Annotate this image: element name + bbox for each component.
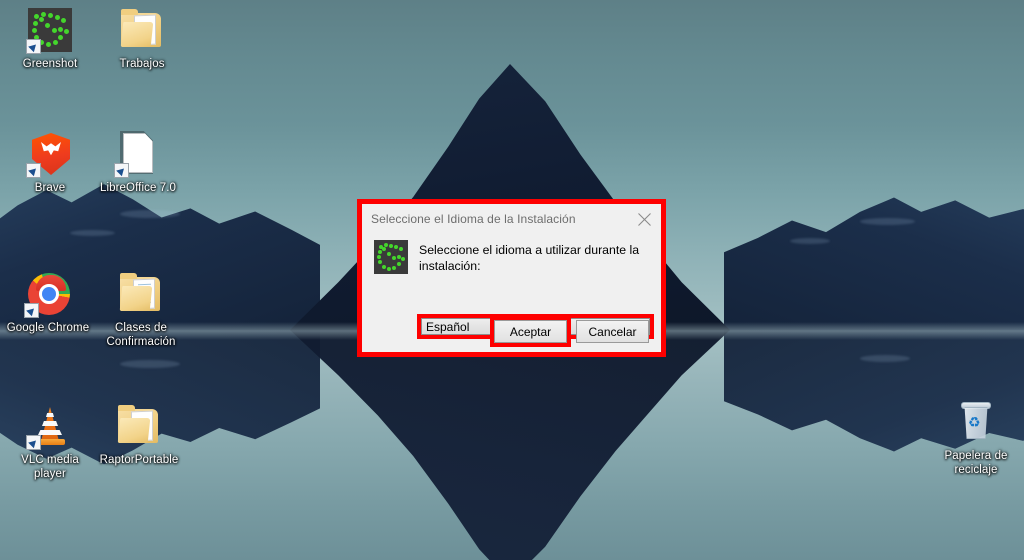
vlc-cone-icon xyxy=(26,402,74,450)
wallpaper-snow-streak xyxy=(790,238,830,244)
close-icon[interactable] xyxy=(627,204,661,234)
dialog-body: Seleccione el idioma a utilizar durante … xyxy=(362,234,661,352)
shortcut-arrow-icon xyxy=(26,435,41,450)
wallpaper-snow-streak xyxy=(120,210,180,218)
recycle-bin-icon: ♻ xyxy=(952,398,1000,446)
desktop-icon-label: LibreOffice 7.0 xyxy=(99,182,177,194)
chrome-browser-icon xyxy=(24,270,72,318)
desktop-icon-vlc-media-player[interactable]: VLC media player xyxy=(4,402,96,481)
shortcut-arrow-icon xyxy=(26,39,41,54)
wallpaper-snow-streak xyxy=(860,218,915,225)
folder-icon: ➚ xyxy=(115,402,163,450)
greenshot-app-icon xyxy=(374,240,408,274)
greenshot-app-icon xyxy=(26,6,74,54)
dialog-title: Seleccione el Idioma de la Instalación xyxy=(371,212,576,226)
desktop-icon-brave[interactable]: Brave xyxy=(4,130,96,195)
document-icon xyxy=(114,130,162,178)
dialog-button-row: Aceptar Cancelar xyxy=(362,316,661,347)
desktop-icon-label: VLC media player xyxy=(21,454,79,480)
shortcut-arrow-icon xyxy=(26,163,41,178)
folder-icon: W xyxy=(118,6,166,54)
desktop-icon-label: Papelera de reciclaje xyxy=(944,450,1008,476)
desktop-icon-trabajos[interactable]: W Trabajos xyxy=(96,6,188,71)
desktop-icon-papelera-de-reciclaje[interactable]: ♻ Papelera de reciclaje xyxy=(930,398,1022,477)
dialog-message: Seleccione el idioma a utilizar durante … xyxy=(419,243,640,273)
dialog-highlight-annotation: Seleccione el Idioma de la Instalación S… xyxy=(357,199,666,357)
shortcut-arrow-icon xyxy=(24,303,39,318)
dialog-titlebar[interactable]: Seleccione el Idioma de la Instalación xyxy=(362,204,661,234)
desktop-icon-label: Brave xyxy=(34,182,66,194)
desktop-icon-libreoffice[interactable]: LibreOffice 7.0 xyxy=(92,130,184,195)
desktop-icon-google-chrome[interactable]: Google Chrome xyxy=(2,270,94,335)
wallpaper-snow-streak xyxy=(120,360,180,368)
accept-button-highlight: Aceptar xyxy=(490,316,571,347)
desktop-icon-label: Google Chrome xyxy=(6,322,90,334)
installer-language-dialog: Seleccione el Idioma de la Instalación S… xyxy=(362,204,661,352)
desktop[interactable]: Greenshot W Trabajos Brave LibreOffice 7… xyxy=(0,0,1024,560)
brave-browser-icon xyxy=(26,130,74,178)
folder-icon xyxy=(117,270,165,318)
wallpaper-snow-streak xyxy=(70,230,115,236)
desktop-icon-label: RaptorPortable xyxy=(99,454,179,466)
wallpaper-snow-streak xyxy=(860,355,910,362)
desktop-icon-raptorportable[interactable]: ➚ RaptorPortable xyxy=(93,402,185,467)
desktop-icon-label: Clases de Confirmación xyxy=(106,322,176,348)
accept-button[interactable]: Aceptar xyxy=(494,320,567,343)
desktop-icon-clases-de-confirmacion[interactable]: Clases de Confirmación xyxy=(95,270,187,349)
cancel-button[interactable]: Cancelar xyxy=(576,320,649,343)
shortcut-arrow-icon xyxy=(114,163,129,178)
desktop-icon-label: Trabajos xyxy=(119,58,165,70)
desktop-icon-greenshot[interactable]: Greenshot xyxy=(4,6,96,71)
desktop-icon-label: Greenshot xyxy=(22,58,78,70)
